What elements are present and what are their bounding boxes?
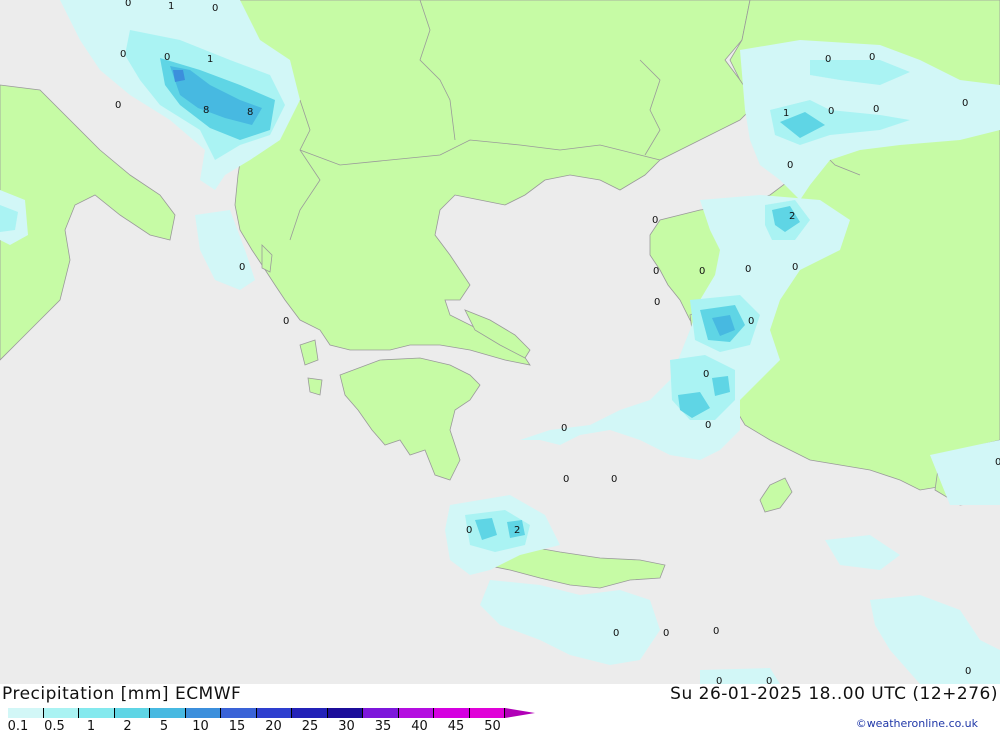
value-label: 0 <box>120 49 126 60</box>
value-label: 0 <box>869 52 875 63</box>
value-label: 0 <box>611 474 617 485</box>
value-label: 0 <box>962 98 968 109</box>
value-label: 0 <box>965 666 971 677</box>
value-label: 0 <box>466 525 472 536</box>
value-label: 0 <box>828 106 834 117</box>
value-label: 0 <box>212 3 218 14</box>
value-label: 0 <box>125 0 131 9</box>
legend-tick-label: 1 <box>86 719 96 734</box>
value-label: 0 <box>713 626 719 637</box>
map-canvas: 0 1 0 0 0 1 0 8 8 0 0 0 0 0 1 0 0 0 0 2 … <box>0 0 1000 684</box>
value-label: 0 <box>825 54 831 65</box>
legend-arrow-tip <box>505 708 535 718</box>
legend-swatch <box>398 708 434 718</box>
value-label: 0 <box>873 104 879 115</box>
legend-swatch <box>8 708 44 718</box>
legend-swatch <box>327 708 363 718</box>
legend-tick-label: 15 <box>228 719 246 734</box>
value-label: 0 <box>995 457 1000 468</box>
value-label: 0 <box>115 100 121 111</box>
legend-swatch <box>79 708 115 718</box>
value-label: 0 <box>239 262 245 273</box>
map-title: Precipitation [mm] ECMWF <box>2 684 242 704</box>
legend-swatch <box>185 708 221 718</box>
legend-swatch <box>221 708 257 718</box>
value-label: 1 <box>168 1 174 12</box>
legend-tick-label: 50 <box>484 719 501 734</box>
value-label: 0 <box>748 316 754 327</box>
value-label: 1 <box>207 54 213 65</box>
legend-tick-label: 30 <box>338 719 355 734</box>
value-label: 0 <box>766 676 772 684</box>
value-label: 0 <box>652 215 658 226</box>
precip-area-adriatic-max <box>173 70 185 82</box>
legend-swatch <box>469 708 505 718</box>
legend-tick-label: 0.1 <box>7 719 29 734</box>
legend-tick-label: 2 <box>123 719 132 734</box>
color-legend <box>8 708 535 718</box>
legend-tick-label: 0.5 <box>44 719 65 734</box>
value-label: 8 <box>247 107 253 118</box>
legend-tick-label: 10 <box>192 719 209 734</box>
legend-swatch <box>256 708 292 718</box>
legend-tick-label: 25 <box>301 719 319 734</box>
legend-swatch <box>434 708 470 718</box>
credit-link[interactable]: ©weatheronline.co.uk <box>856 717 978 730</box>
forecast-time: Su 26-01-2025 18..00 UTC (12+276) <box>670 684 998 704</box>
legend-swatch <box>363 708 399 718</box>
legend-tick-label: 45 <box>447 719 465 734</box>
legend-tick-label: 5 <box>159 719 169 734</box>
precipitation-map: 0 1 0 0 0 1 0 8 8 0 0 0 0 0 1 0 0 0 0 2 … <box>0 0 1000 684</box>
value-label: 2 <box>514 525 520 536</box>
legend-ticks: 0.1 0.5 1 2 5 10 15 20 25 30 35 40 45 50 <box>0 719 560 734</box>
value-label: 0 <box>164 52 170 63</box>
value-label: 0 <box>654 297 660 308</box>
legend-tick-label: 35 <box>374 719 392 734</box>
value-label: 0 <box>283 316 289 327</box>
value-label: 0 <box>563 474 569 485</box>
value-label: 0 <box>792 262 798 273</box>
value-label: 0 <box>699 266 705 277</box>
value-label: 0 <box>705 420 711 431</box>
legend-tick-label: 40 <box>411 719 428 734</box>
value-label: 0 <box>787 160 793 171</box>
value-label: 0 <box>663 628 669 639</box>
value-label: 0 <box>613 628 619 639</box>
value-label: 0 <box>716 676 722 684</box>
legend-swatch <box>150 708 186 718</box>
legend-tick-label: 20 <box>265 719 282 734</box>
value-label: 0 <box>653 266 659 277</box>
value-label: 2 <box>789 211 795 222</box>
footer-bar: Precipitation [mm] ECMWF Su 26-01-2025 1… <box>0 684 1000 734</box>
legend-swatch <box>43 708 79 718</box>
value-label: 0 <box>561 423 567 434</box>
value-label: 0 <box>745 264 751 275</box>
value-label: 0 <box>703 369 709 380</box>
legend-swatch <box>114 708 150 718</box>
legend-swatch <box>292 708 328 718</box>
value-label: 8 <box>203 105 209 116</box>
value-label: 1 <box>783 108 789 119</box>
